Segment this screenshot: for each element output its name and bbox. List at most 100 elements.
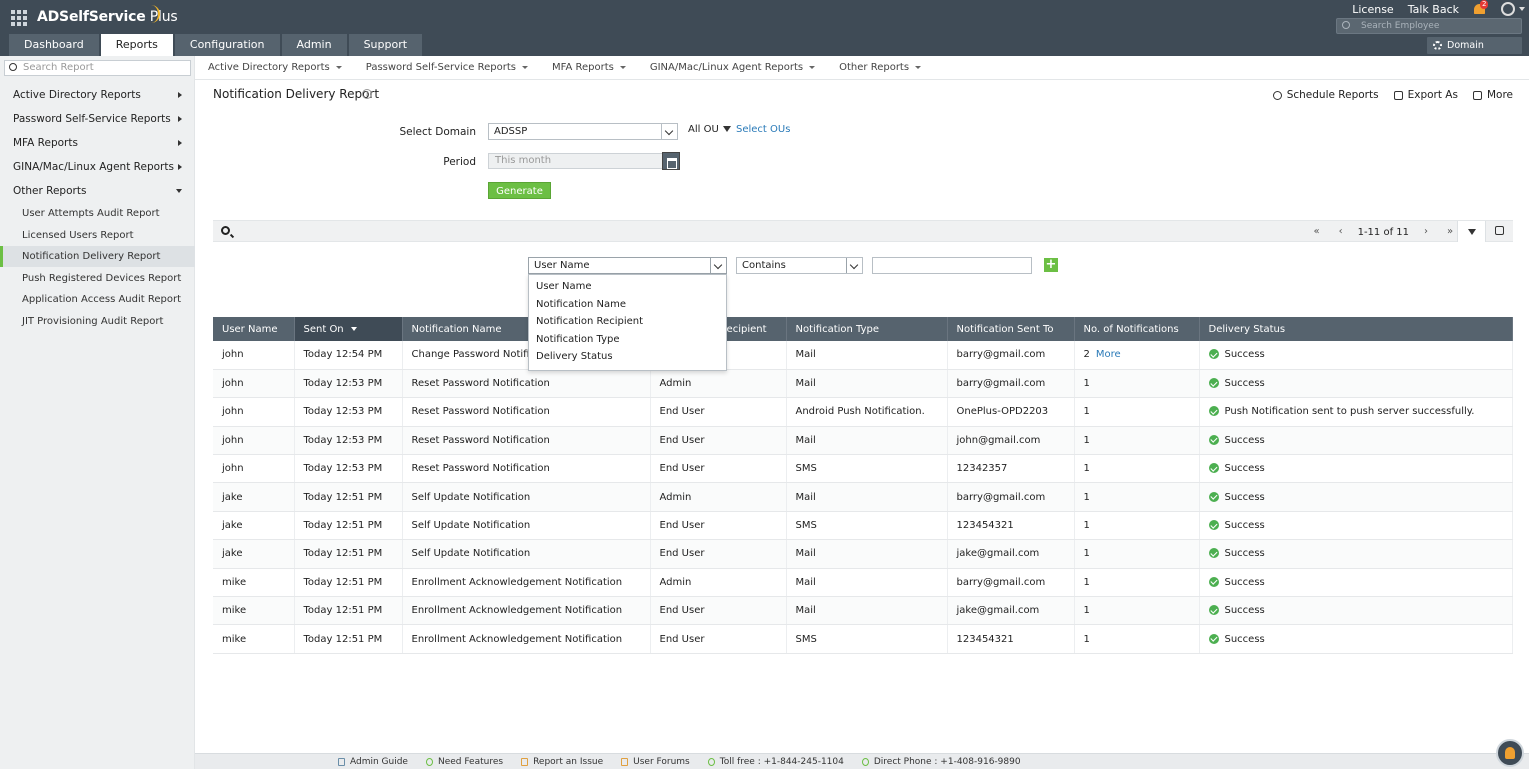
- footer-admin-guide[interactable]: Admin Guide: [338, 757, 408, 767]
- table-row: mike Today 12:51 PM Enrollment Acknowledge…: [213, 624, 1513, 654]
- col-header-notification-sent-to[interactable]: Notification Sent To: [947, 317, 1075, 341]
- col-header-user-name[interactable]: User Name: [213, 317, 295, 341]
- report-search-input[interactable]: Search Report: [4, 60, 191, 76]
- clock-icon: [1272, 90, 1282, 100]
- sidebar-item-mfa-reports[interactable]: MFA Reports: [0, 131, 195, 155]
- tab-reports[interactable]: Reports: [100, 34, 173, 56]
- sidebar-item-other-reports[interactable]: Other Reports: [0, 179, 195, 203]
- subnav-active-directory-reports[interactable]: Active Directory Reports: [208, 62, 342, 73]
- generate-button[interactable]: Generate: [488, 182, 551, 199]
- sidebar-subitem-push-registered-devices[interactable]: Push Registered Devices Report: [0, 268, 195, 289]
- all-ou-filter[interactable]: All OU: [688, 124, 735, 135]
- tab-dashboard[interactable]: Dashboard: [9, 34, 99, 56]
- table-cell: 1: [1074, 568, 1200, 598]
- chevron-down-icon: [710, 258, 726, 273]
- sidebar-item-password-self-service-reports[interactable]: Password Self-Service Reports: [0, 107, 195, 131]
- table-cell: Success: [1199, 568, 1513, 598]
- table-cell: 1: [1074, 454, 1200, 484]
- more-link[interactable]: More: [1096, 349, 1121, 360]
- report-category-nav: Active Directory Reports Password Self-S…: [195, 56, 1529, 80]
- table-cell: Today 12:51 PM: [294, 624, 403, 654]
- table-cell: Mail: [786, 568, 948, 598]
- dropdown-option-delivery-status[interactable]: Delivery Status: [529, 348, 726, 366]
- period-input[interactable]: This month: [488, 153, 663, 169]
- col-header-notification-type[interactable]: Notification Type: [786, 317, 948, 341]
- export-as-button[interactable]: Export As: [1393, 89, 1458, 101]
- subnav-password-self-service-reports[interactable]: Password Self-Service Reports: [366, 62, 528, 73]
- chatbot-icon[interactable]: [1496, 739, 1524, 767]
- select-ous-link[interactable]: Select OUs: [736, 124, 790, 135]
- table-cell: Today 12:51 PM: [294, 511, 403, 541]
- dropdown-option-notification-recipient[interactable]: Notification Recipient: [529, 313, 726, 331]
- filter-field-dropdown: User Name Notification Name Notification…: [528, 274, 727, 371]
- next-page-button[interactable]: ›: [1419, 225, 1433, 239]
- table-row: jake Today 12:51 PM Self Update Notificati…: [213, 511, 1513, 541]
- chevron-down-icon: [1519, 7, 1525, 11]
- table-cell: SMS: [786, 624, 948, 654]
- col-header-sent-on[interactable]: Sent On: [294, 317, 403, 341]
- sort-desc-icon: [350, 326, 357, 331]
- more-icon: [1472, 90, 1482, 100]
- dropdown-option-user-name[interactable]: User Name: [529, 278, 726, 296]
- table-cell: 1: [1074, 511, 1200, 541]
- sidebar: Search Report Active Directory Reports P…: [0, 56, 195, 769]
- dropdown-option-notification-name[interactable]: Notification Name: [529, 296, 726, 314]
- sidebar-subitem-application-access-audit[interactable]: Application Access Audit Report: [0, 289, 195, 310]
- col-header-delivery-status[interactable]: Delivery Status: [1199, 317, 1513, 341]
- filter-toggle-button[interactable]: [1457, 221, 1485, 242]
- license-link[interactable]: License: [1352, 3, 1393, 16]
- footer-user-forums[interactable]: User Forums: [621, 757, 690, 767]
- prev-page-button[interactable]: ‹: [1334, 225, 1348, 239]
- domain-select[interactable]: ADSSP: [488, 123, 678, 140]
- footer-report-issue[interactable]: Report an Issue: [521, 757, 603, 767]
- column-chooser-button[interactable]: [1485, 221, 1513, 242]
- table-cell: Admin: [650, 369, 787, 399]
- chevron-right-icon: [178, 164, 182, 170]
- filter-field-select[interactable]: User Name: [528, 257, 727, 274]
- table-cell: Self Update Notification: [402, 482, 651, 512]
- subnav-mfa-reports[interactable]: MFA Reports: [552, 62, 626, 73]
- sidebar-item-agent-reports[interactable]: GINA/Mac/Linux Agent Reports: [0, 155, 195, 179]
- table-cell: mike: [213, 596, 295, 626]
- schedule-reports-button[interactable]: Schedule Reports: [1272, 89, 1379, 101]
- employee-search-input[interactable]: Search Employee: [1336, 18, 1522, 34]
- dropdown-option-notification-type[interactable]: Notification Type: [529, 331, 726, 349]
- sidebar-item-active-directory-reports[interactable]: Active Directory Reports: [0, 83, 195, 107]
- filter-value-input[interactable]: [872, 257, 1032, 274]
- user-menu[interactable]: [1501, 2, 1525, 16]
- table-row: john Today 12:54 PM Change Password Notifi…: [213, 341, 1513, 370]
- columns-icon: [1495, 226, 1504, 235]
- sidebar-subitem-licensed-users[interactable]: Licensed Users Report: [0, 225, 195, 246]
- first-page-button[interactable]: «: [1310, 225, 1324, 239]
- help-icon[interactable]: ?: [362, 89, 372, 99]
- table-cell: john: [213, 454, 295, 484]
- subnav-other-reports[interactable]: Other Reports: [839, 62, 922, 73]
- table-cell: End User: [650, 624, 787, 654]
- notifications-bell-icon[interactable]: 2: [1473, 0, 1489, 16]
- main-content: Active Directory Reports Password Self-S…: [195, 56, 1529, 753]
- success-check-icon: [1208, 349, 1219, 360]
- col-header-no-of-notifications[interactable]: No. of Notifications: [1074, 317, 1200, 341]
- chevron-down-icon: [809, 66, 816, 69]
- last-page-button[interactable]: »: [1443, 225, 1457, 239]
- calendar-icon[interactable]: [662, 152, 680, 170]
- tab-admin[interactable]: Admin: [281, 34, 347, 56]
- domain-settings-button[interactable]: Domain Settings: [1427, 37, 1522, 68]
- sidebar-subitem-user-attempts-audit[interactable]: User Attempts Audit Report: [0, 203, 195, 224]
- subnav-agent-reports[interactable]: GINA/Mac/Linux Agent Reports: [650, 62, 816, 73]
- app-grid-icon[interactable]: [11, 10, 27, 26]
- sidebar-subitem-notification-delivery[interactable]: Notification Delivery Report: [0, 246, 195, 267]
- sidebar-subitem-jit-provisioning-audit[interactable]: JIT Provisioning Audit Report: [0, 311, 195, 332]
- tab-configuration[interactable]: Configuration: [174, 34, 280, 56]
- table-cell: Today 12:53 PM: [294, 426, 403, 456]
- more-button[interactable]: More: [1472, 89, 1513, 101]
- add-filter-button[interactable]: +: [1044, 258, 1058, 272]
- table-cell: OnePlus-OPD2203: [947, 397, 1075, 427]
- talk-back-link[interactable]: Talk Back: [1408, 3, 1459, 16]
- table-cell: End User: [650, 397, 787, 427]
- filter-operator-select[interactable]: Contains: [736, 257, 863, 274]
- table-row: john Today 12:53 PM Reset Password Notific…: [213, 454, 1513, 484]
- footer-need-features[interactable]: Need Features: [425, 757, 503, 767]
- tab-support[interactable]: Support: [348, 34, 423, 56]
- search-icon[interactable]: [221, 226, 230, 235]
